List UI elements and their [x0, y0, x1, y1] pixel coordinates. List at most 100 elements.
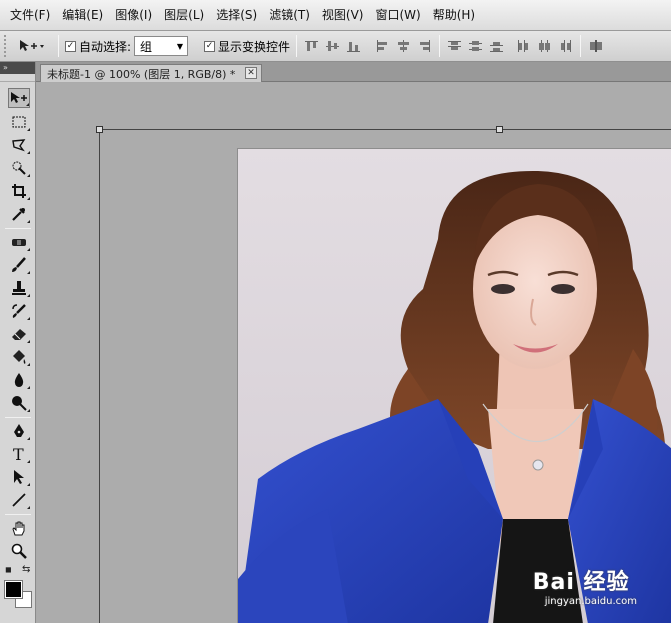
eraser-icon [12, 329, 26, 340]
close-icon[interactable]: ✕ [245, 67, 257, 79]
eyedropper-tool[interactable] [8, 204, 30, 224]
watermark-url: jingyan.baidu.com [544, 596, 637, 607]
lasso-icon [12, 139, 26, 152]
menu-filter[interactable]: 滤镜(T) [263, 4, 316, 26]
pen-tool[interactable] [8, 421, 30, 441]
menu-bar: 文件(F) 编辑(E) 图像(I) 图层(L) 选择(S) 滤镜(T) 视图(V… [0, 0, 671, 31]
options-bar: ✓ 自动选择: 组 ▼ ✓ 显示变换控件 [0, 31, 671, 62]
history-brush-icon [12, 304, 26, 318]
default-colors-icon[interactable]: ◼ [5, 565, 12, 574]
line-icon [12, 493, 26, 507]
clone-stamp-tool[interactable] [8, 278, 30, 298]
eyedropper-icon [12, 208, 25, 221]
paint-bucket-icon [13, 350, 26, 364]
tools-panel-grip[interactable] [0, 74, 35, 82]
zoom-icon [11, 543, 27, 559]
show-transform-option[interactable]: ✓ 显示变换控件 [204, 38, 290, 55]
brush-tool[interactable] [8, 255, 30, 275]
document-tab-title: 未标题-1 @ 100% (图层 1, RGB/8) * [47, 67, 236, 81]
align-vcenter-icon[interactable] [324, 38, 341, 55]
auto-align-icon[interactable] [587, 38, 604, 55]
menu-window[interactable]: 窗口(W) [369, 4, 426, 26]
options-bar-grip[interactable] [4, 35, 10, 57]
hand-icon [12, 521, 25, 536]
move-tool-icon [11, 92, 27, 103]
brush-icon [12, 257, 26, 272]
dodge-tool[interactable] [8, 393, 30, 413]
portrait-image [238, 170, 671, 623]
auto-select-label: 自动选择: [79, 39, 132, 54]
eraser-tool[interactable] [8, 324, 30, 344]
tools-separator [5, 514, 31, 515]
menu-edit[interactable]: 编辑(E) [56, 4, 109, 26]
crop-tool[interactable] [8, 181, 30, 201]
stamp-icon [12, 281, 26, 295]
options-separator [58, 35, 59, 57]
distribute-right-icon[interactable] [557, 38, 574, 55]
blur-tool[interactable] [8, 370, 30, 390]
spot-healing-tool[interactable] [8, 232, 30, 252]
distribute-buttons [446, 38, 574, 55]
align-bottom-icon[interactable] [345, 38, 362, 55]
quick-selection-icon [12, 161, 26, 175]
tools-panel: » T ◼ ⇆ [0, 62, 36, 623]
hand-tool[interactable] [8, 518, 30, 538]
distribute-vcenter-icon[interactable] [467, 38, 484, 55]
type-icon: T [13, 446, 24, 462]
foreground-color-swatch[interactable] [4, 580, 23, 599]
options-separator [439, 35, 441, 57]
transform-handle-top-center[interactable] [496, 126, 503, 133]
align-right-icon[interactable] [416, 38, 433, 55]
document-tab-bar: 未标题-1 @ 100% (图层 1, RGB/8) * ✕ [36, 62, 671, 82]
distribute-hcenter-icon[interactable] [536, 38, 553, 55]
menu-layer[interactable]: 图层(L) [158, 4, 210, 26]
rectangular-marquee-tool[interactable] [8, 112, 30, 132]
menu-view[interactable]: 视图(V) [316, 4, 370, 26]
layer-photo[interactable]: Bai 经验 jingyan.baidu.com [237, 148, 671, 623]
crop-icon [12, 184, 26, 198]
tools-panel-collapse[interactable]: » [0, 62, 35, 74]
droplet-icon [14, 373, 24, 387]
menu-help[interactable]: 帮助(H) [427, 4, 481, 26]
lasso-tool[interactable] [8, 135, 30, 155]
options-separator [580, 35, 582, 57]
transform-handle-top-left[interactable] [96, 126, 103, 133]
quick-selection-tool[interactable] [8, 158, 30, 178]
align-buttons [303, 38, 433, 55]
auto-select-dropdown[interactable]: 组 ▼ [134, 36, 189, 56]
type-tool[interactable]: T [8, 444, 30, 464]
align-left-icon[interactable] [374, 38, 391, 55]
show-transform-checkbox[interactable]: ✓ [204, 40, 216, 52]
align-hcenter-icon[interactable] [395, 38, 412, 55]
path-selection-tool[interactable] [8, 467, 30, 487]
menu-image[interactable]: 图像(I) [109, 4, 158, 26]
align-top-icon[interactable] [303, 38, 320, 55]
paint-bucket-tool[interactable] [8, 347, 30, 367]
distribute-bottom-icon[interactable] [488, 38, 505, 55]
swap-colors-icon[interactable]: ⇆ [22, 564, 30, 575]
distribute-left-icon[interactable] [515, 38, 532, 55]
menu-select[interactable]: 选择(S) [210, 4, 263, 26]
tools-separator [5, 228, 31, 229]
tools-separator [5, 417, 31, 418]
auto-select-option[interactable]: ✓ 自动选择: [65, 38, 131, 55]
document-tab[interactable]: 未标题-1 @ 100% (图层 1, RGB/8) * ✕ [40, 64, 262, 82]
tool-preset-picker[interactable] [18, 35, 52, 57]
move-tool[interactable] [8, 88, 30, 108]
chevron-down-icon: ▼ [176, 41, 184, 51]
baidu-watermark: Bai 经验 jingyan.baidu.com [533, 564, 637, 607]
show-transform-label: 显示变换控件 [218, 39, 291, 54]
history-brush-tool[interactable] [8, 301, 30, 321]
options-separator [296, 35, 298, 57]
distribute-top-icon[interactable] [446, 38, 463, 55]
marquee-icon [12, 116, 26, 128]
line-tool[interactable] [8, 490, 30, 510]
path-selection-icon [14, 470, 24, 484]
pen-icon [14, 424, 24, 437]
zoom-tool[interactable] [8, 541, 30, 561]
svg-text:T: T [13, 446, 24, 462]
auto-select-checkbox[interactable]: ✓ [65, 40, 76, 52]
bandage-icon [12, 239, 26, 246]
watermark-brand: Bai 经验 [532, 570, 630, 595]
menu-file[interactable]: 文件(F) [4, 4, 56, 26]
